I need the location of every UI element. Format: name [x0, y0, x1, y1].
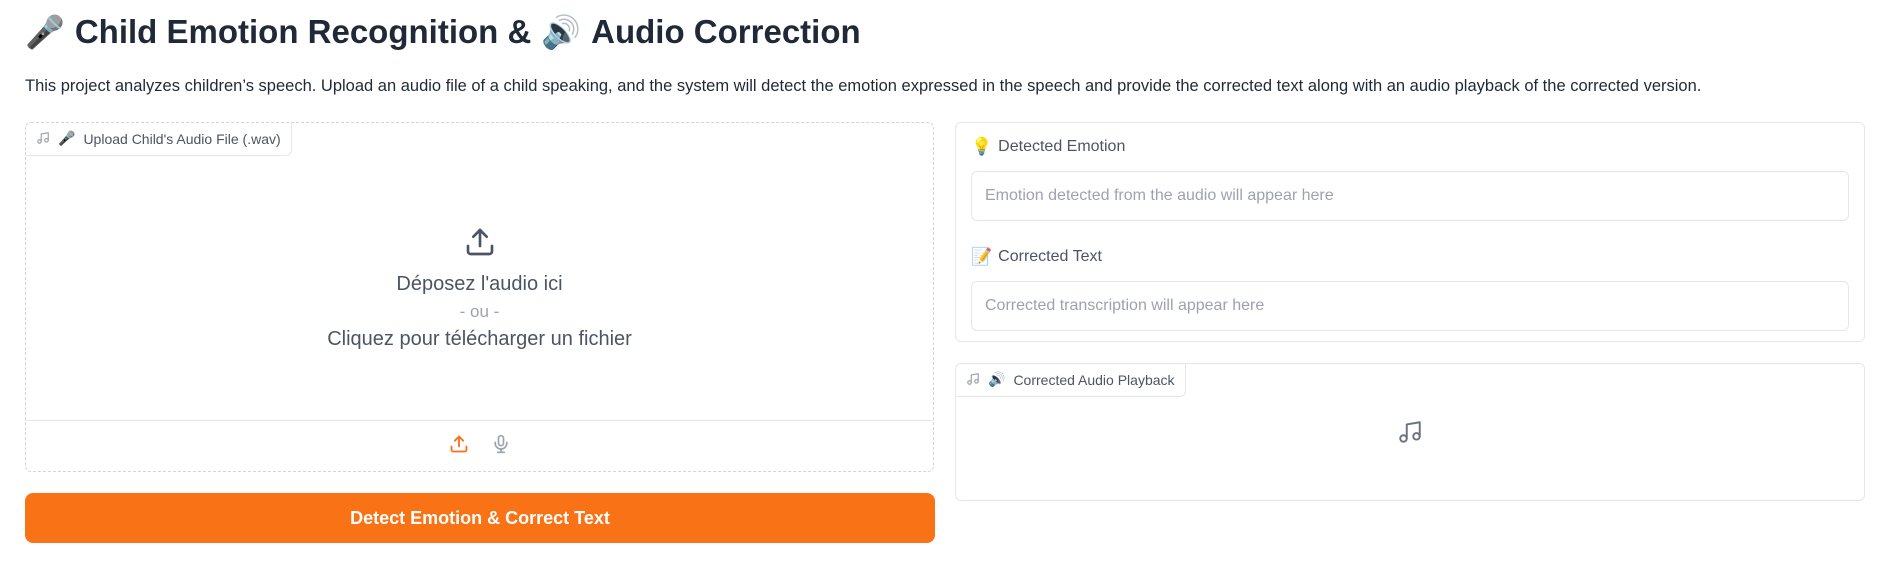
audio-drop-zone[interactable]: Déposez l'audio ici - ou - Cliquez pour … — [26, 155, 933, 421]
detect-emotion-button[interactable]: Detect Emotion & Correct Text — [25, 493, 935, 543]
click-to-upload-text: Cliquez pour télécharger un fichier — [327, 327, 632, 350]
memo-emoji-icon: 📝 — [971, 247, 993, 267]
playback-block-label: 🔊 Corrected Audio Playback — [956, 364, 1186, 397]
audio-upload-panel: 🎤 Upload Child's Audio File (.wav) Dépos… — [25, 122, 934, 472]
detected-emotion-field[interactable] — [971, 171, 1849, 221]
detected-emotion-label-text: Detected Emotion — [998, 138, 1126, 155]
music-note-icon — [966, 372, 980, 389]
or-text: - ou - — [459, 301, 500, 321]
music-note-icon — [1397, 419, 1423, 450]
lightbulb-emoji-icon: 💡 — [971, 137, 993, 157]
page-description: This project analyzes children’s speech.… — [25, 77, 1702, 95]
microphone-source-button[interactable] — [488, 433, 514, 459]
speaker-emoji-icon: 🔊 — [541, 13, 582, 51]
title-text-part1: Child Emotion Recognition & — [74, 13, 532, 50]
title-text-part2: Audio Correction — [591, 13, 861, 50]
speaker-emoji-icon: 🔊 — [988, 372, 1006, 388]
upload-block-label: 🎤 Upload Child's Audio File (.wav) — [26, 123, 292, 156]
music-note-icon — [36, 131, 50, 148]
playback-label-text: Corrected Audio Playback — [1013, 372, 1175, 388]
upload-label-text: Upload Child's Audio File (.wav) — [83, 131, 281, 147]
audio-playback-panel: 🔊 Corrected Audio Playback — [955, 363, 1865, 501]
upload-icon — [464, 226, 496, 263]
upload-source-button[interactable] — [446, 433, 472, 459]
output-panel: 💡 Detected Emotion 📝 Corrected Text — [955, 122, 1865, 342]
audio-source-selector — [26, 420, 933, 471]
upload-icon — [449, 434, 469, 459]
microphone-emoji-icon: 🎤 — [25, 13, 65, 51]
corrected-text-label: 📝 Corrected Text — [971, 247, 1102, 267]
drop-text: Déposez l'audio ici — [396, 272, 563, 295]
microphone-emoji-icon: 🎤 — [58, 131, 76, 147]
microphone-icon — [491, 433, 511, 460]
empty-audio-placeholder — [956, 419, 1864, 450]
detected-emotion-label: 💡 Detected Emotion — [971, 137, 1125, 157]
page-title: 🎤 Child Emotion Recognition & 🔊 Audio Co… — [25, 8, 861, 56]
corrected-text-label-text: Corrected Text — [998, 248, 1102, 265]
corrected-text-field[interactable] — [971, 281, 1849, 331]
